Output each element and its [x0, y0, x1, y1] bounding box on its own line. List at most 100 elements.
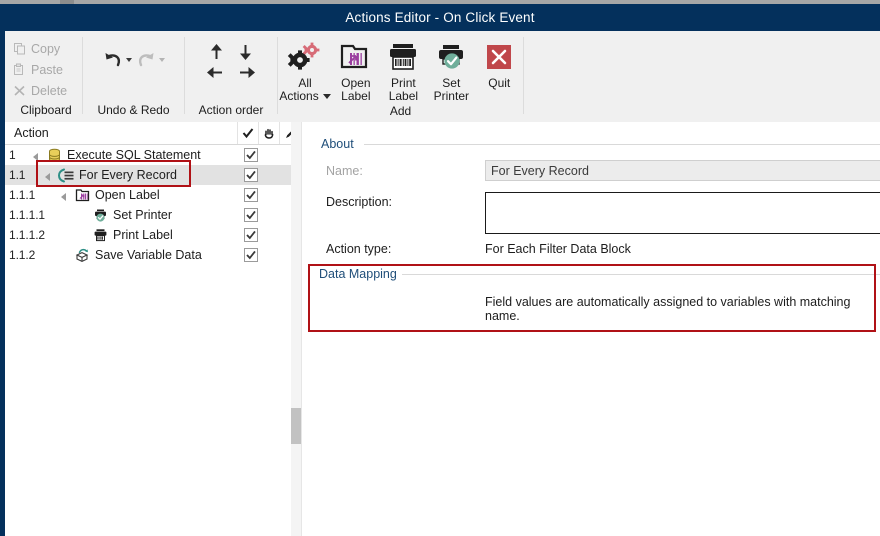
- action-order-vertical-row: [209, 43, 253, 61]
- delete-label: Delete: [31, 84, 67, 98]
- tree-expander-icon[interactable]: [33, 151, 42, 160]
- set-printer-icon: [431, 39, 471, 75]
- gears-icon: [285, 39, 325, 75]
- quit-x-icon: [479, 39, 519, 75]
- arrow-up-icon[interactable]: [209, 43, 224, 61]
- tree-row-enabled-checkbox[interactable]: [241, 248, 261, 262]
- arrow-down-icon[interactable]: [238, 43, 253, 61]
- data-mapping-group-line: [397, 274, 880, 275]
- tree-row-enabled-checkbox[interactable]: [241, 228, 261, 242]
- data-mapping-group-title: Data Mapping: [314, 267, 402, 281]
- tree-row[interactable]: 1.1.2 Save Variable Data: [5, 245, 301, 265]
- tree-row-label: Execute SQL Statement: [67, 148, 201, 162]
- title-bar: Actions Editor - On Click Event: [0, 4, 880, 31]
- set-printer-line2: Printer: [434, 90, 469, 103]
- print-label-icon: [383, 39, 423, 75]
- open-label-icon: [75, 188, 91, 203]
- tree-row[interactable]: 1.1.1.1 Set Printer: [5, 205, 301, 225]
- paste-icon: [13, 63, 26, 76]
- database-icon-slot: [46, 147, 63, 163]
- about-group-line: [364, 144, 880, 145]
- tree-row-enabled-checkbox[interactable]: [241, 168, 261, 182]
- ribbon-toolbar: Copy Paste Delete: [5, 31, 880, 123]
- redo-button[interactable]: [135, 50, 165, 70]
- arrow-left-icon[interactable]: [206, 65, 224, 80]
- window-title: Actions Editor - On Click Event: [345, 10, 534, 25]
- add-set-printer-text: Set Printer: [434, 77, 469, 103]
- add-open-label-button[interactable]: Open Label: [332, 35, 380, 103]
- tree-expander-spacer: [79, 211, 88, 220]
- quit-button[interactable]: Quit: [475, 35, 523, 90]
- quit-line1: Quit: [488, 77, 510, 90]
- add-group-label: Add: [278, 103, 523, 122]
- all-actions-button[interactable]: All Actions: [278, 35, 332, 103]
- for-loop-icon: [58, 168, 75, 183]
- tree-vertical-scrollbar[interactable]: [291, 122, 301, 536]
- database-icon: [47, 148, 62, 163]
- action-tree-panel: Action 1: [5, 122, 301, 536]
- tree-expander-icon[interactable]: [45, 171, 54, 180]
- delete-button[interactable]: Delete: [10, 80, 67, 101]
- stop-hand-icon: [263, 127, 276, 140]
- tree-row-for-every-record[interactable]: 1.1 For Every Record: [5, 165, 301, 185]
- all-actions-dropdown-caret-icon[interactable]: [323, 94, 331, 99]
- name-input[interactable]: [485, 160, 880, 181]
- tree-expander-icon[interactable]: [61, 191, 70, 200]
- undo-dropdown-caret-icon[interactable]: [126, 58, 132, 62]
- action-detail-panel: About Name: Description: Action type: Fo…: [302, 122, 880, 536]
- tree-row-label: Open Label: [95, 188, 160, 202]
- print-label-icon: [92, 228, 109, 243]
- tree-row-enabled-checkbox[interactable]: [241, 148, 261, 162]
- copy-button[interactable]: Copy: [10, 38, 60, 59]
- tree-row-enabled-checkbox[interactable]: [241, 208, 261, 222]
- checkmark-icon: [242, 127, 254, 139]
- print-label-icon-slot: [92, 227, 109, 243]
- tree-scrollbar-thumb[interactable]: [291, 408, 301, 444]
- ribbon-group-undo-redo: Undo & Redo: [83, 31, 184, 122]
- add-print-label-button[interactable]: Print Label: [380, 35, 428, 103]
- tree-row[interactable]: 1.1.1: [5, 185, 301, 205]
- ribbon-group-clipboard: Copy Paste Delete: [5, 31, 82, 122]
- tree-row[interactable]: 1.1.1.2: [5, 225, 301, 245]
- tree-column-enabled-header[interactable]: [237, 122, 258, 144]
- add-set-printer-button[interactable]: Set Printer: [427, 35, 475, 103]
- description-input[interactable]: [485, 192, 880, 234]
- tree-row[interactable]: 1 Execute SQL Statement: [5, 145, 301, 165]
- action-tree-rows: 1 Execute SQL Statement: [5, 145, 301, 265]
- open-label-icon-slot: [336, 35, 376, 75]
- tree-row-label: For Every Record: [79, 168, 177, 182]
- redo-dropdown-caret-icon[interactable]: [159, 58, 165, 62]
- tree-column-breakpoint-header[interactable]: [258, 122, 279, 144]
- print-label-icon-slot: [383, 35, 423, 75]
- arrow-right-icon[interactable]: [238, 65, 256, 80]
- undo-arrow-icon: [102, 50, 124, 70]
- clipboard-group-label: Clipboard: [10, 102, 82, 122]
- set-printer-icon: [92, 208, 109, 223]
- for-loop-icon-slot: [58, 167, 75, 183]
- add-open-label-text: Open Label: [341, 77, 370, 103]
- all-actions-label: All Actions: [279, 77, 330, 103]
- ribbon-group-action-order: Action order: [185, 31, 277, 122]
- all-actions-icon-slot: [285, 35, 325, 75]
- all-actions-label-line2: Actions: [279, 90, 318, 103]
- tree-row-number: 1.1.1: [5, 188, 51, 202]
- undo-button[interactable]: [102, 50, 132, 70]
- action-order-group-label: Action order: [185, 102, 277, 122]
- tree-row-enabled-checkbox[interactable]: [241, 188, 261, 202]
- about-group-title: About: [316, 137, 359, 151]
- copy-icon: [13, 42, 26, 55]
- add-print-label-text: Print Label: [389, 77, 418, 103]
- set-printer-icon-slot: [431, 35, 471, 75]
- tree-expander-spacer: [61, 251, 70, 260]
- tree-row-number: 1.1.2: [5, 248, 51, 262]
- open-label-icon: [336, 39, 376, 75]
- save-variable-icon-slot: [74, 247, 91, 263]
- paste-button[interactable]: Paste: [10, 59, 63, 80]
- copy-label: Copy: [31, 42, 60, 56]
- undo-redo-group-label: Undo & Redo: [83, 102, 184, 122]
- action-type-label: Action type:: [326, 242, 391, 256]
- tree-row-label: Set Printer: [113, 208, 172, 222]
- tree-row-number: 1.1.1.1: [5, 208, 51, 222]
- tree-column-action-header[interactable]: Action: [5, 126, 237, 140]
- paste-label: Paste: [31, 63, 63, 77]
